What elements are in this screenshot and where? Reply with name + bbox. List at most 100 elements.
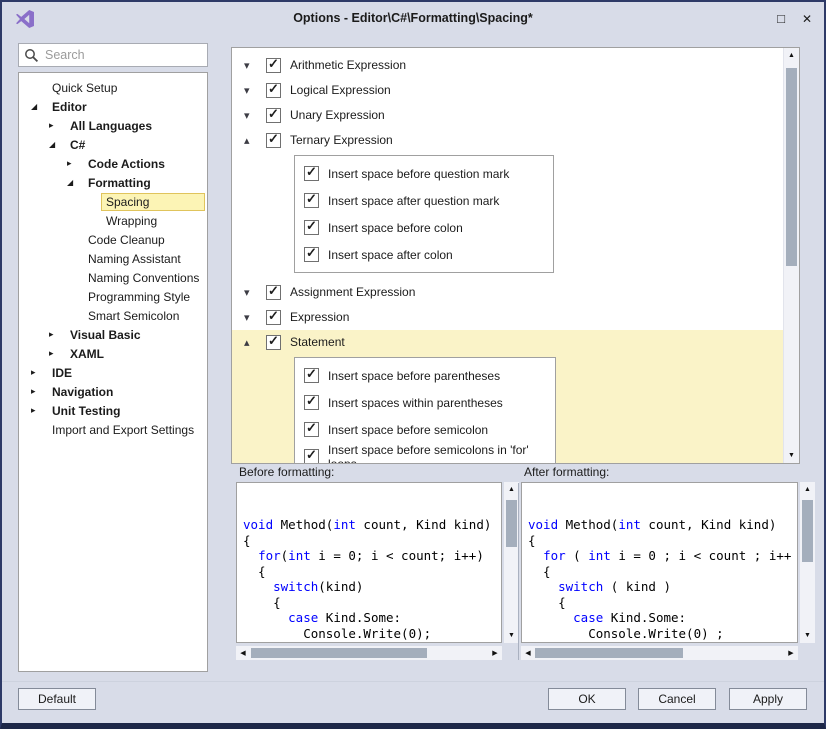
tree-item-code-actions[interactable]: ▸Code Actions — [19, 154, 207, 173]
collapsed-arrow-icon[interactable]: ▸ — [49, 329, 65, 340]
collapsed-arrow-icon[interactable]: ▸ — [31, 386, 47, 397]
option-group-label: Unary Expression — [290, 108, 385, 122]
collapsed-arrow-icon[interactable]: ▸ — [49, 348, 65, 359]
tree-item-ide[interactable]: ▸IDE — [19, 363, 207, 382]
scroll-up-icon[interactable]: ▲ — [800, 482, 815, 497]
checkbox-insert-space-before-parentheses[interactable]: ✓ — [304, 368, 319, 383]
tree-item-wrapping[interactable]: Wrapping — [19, 211, 207, 230]
checkmark-icon: ✓ — [268, 106, 279, 122]
tree-item-c[interactable]: ◢C# — [19, 135, 207, 154]
search-input[interactable] — [39, 47, 208, 63]
expand-icon[interactable]: ▾ — [244, 84, 266, 97]
scrollbar-thumb[interactable] — [535, 648, 683, 658]
tree-item-navigation[interactable]: ▸Navigation — [19, 382, 207, 401]
default-button[interactable]: Default — [18, 688, 96, 710]
checkbox-insert-spaces-within-parentheses[interactable]: ✓ — [304, 395, 319, 410]
checkbox-statement[interactable]: ✓ — [266, 335, 281, 350]
collapsed-arrow-icon[interactable]: ▸ — [49, 120, 65, 131]
before-horizontal-scrollbar[interactable]: ◀ ▶ — [236, 646, 502, 660]
checkbox-logical-expression[interactable]: ✓ — [266, 83, 281, 98]
scrollbar-thumb[interactable] — [506, 500, 517, 547]
checkbox-insert-space-before-question-mark[interactable]: ✓ — [304, 166, 319, 181]
expand-icon[interactable]: ▾ — [244, 109, 266, 122]
tree-item-all-languages[interactable]: ▸All Languages — [19, 116, 207, 135]
scroll-left-icon[interactable]: ◀ — [521, 646, 535, 660]
option-group-label: Logical Expression — [290, 83, 391, 97]
tree-item-label: XAML — [65, 345, 109, 363]
maximize-button[interactable]: □ — [770, 9, 792, 29]
tree-item-quick-setup[interactable]: Quick Setup — [19, 78, 207, 97]
checkbox-insert-space-before-semicolons-in-for-loops[interactable]: ✓ — [304, 449, 319, 463]
collapse-icon[interactable]: ▴ — [244, 134, 266, 147]
tree-item-import-and-export-settings[interactable]: Import and Export Settings — [19, 420, 207, 439]
collapsed-arrow-icon[interactable]: ▸ — [31, 405, 47, 416]
option-group-ternary-expression: ▴✓Ternary Expression — [244, 130, 783, 150]
collapsed-arrow-icon[interactable]: ▸ — [67, 158, 83, 169]
tree-item-unit-testing[interactable]: ▸Unit Testing — [19, 401, 207, 420]
checkbox-assignment-expression[interactable]: ✓ — [266, 285, 281, 300]
tree-item-editor[interactable]: ◢Editor — [19, 97, 207, 116]
expand-icon[interactable]: ▾ — [244, 286, 266, 299]
option-group-label: Arithmetic Expression — [290, 58, 406, 72]
code-line: case Kind.Some: — [243, 610, 501, 626]
scroll-down-icon[interactable]: ▼ — [800, 628, 815, 643]
scroll-down-icon[interactable]: ▼ — [504, 628, 519, 643]
checkbox-expression[interactable]: ✓ — [266, 310, 281, 325]
scroll-up-icon[interactable]: ▲ — [504, 482, 519, 497]
apply-button[interactable]: Apply — [729, 688, 807, 710]
ok-button[interactable]: OK — [548, 688, 626, 710]
statement-highlight: ▴✓Statement✓Insert space before parenthe… — [232, 330, 783, 463]
before-vertical-scrollbar[interactable]: ▲ ▼ — [504, 482, 519, 643]
search-box[interactable] — [18, 43, 208, 67]
checkbox-insert-space-after-colon[interactable]: ✓ — [304, 247, 319, 262]
tree-item-formatting[interactable]: ◢Formatting — [19, 173, 207, 192]
tree-item-visual-basic[interactable]: ▸Visual Basic — [19, 325, 207, 344]
cancel-button[interactable]: Cancel — [638, 688, 716, 710]
collapse-icon[interactable]: ▴ — [244, 336, 266, 349]
expand-icon[interactable]: ▾ — [244, 311, 266, 324]
scroll-left-icon[interactable]: ◀ — [236, 646, 250, 660]
checkbox-insert-space-before-semicolon[interactable]: ✓ — [304, 422, 319, 437]
expanded-arrow-icon[interactable]: ◢ — [49, 140, 65, 149]
sub-options-box: ✓Insert space before question mark✓Inser… — [294, 155, 554, 273]
checkbox-ternary-expression[interactable]: ✓ — [266, 133, 281, 148]
tree-item-naming-conventions[interactable]: Naming Conventions — [19, 268, 207, 287]
option-group-label: Statement — [290, 335, 345, 349]
tree-item-naming-assistant[interactable]: Naming Assistant — [19, 249, 207, 268]
checkbox-insert-space-after-question-mark[interactable]: ✓ — [304, 193, 319, 208]
checkbox-unary-expression[interactable]: ✓ — [266, 108, 281, 123]
scroll-right-icon[interactable]: ▶ — [488, 646, 502, 660]
tree-item-programming-style[interactable]: Programming Style — [19, 287, 207, 306]
collapsed-arrow-icon[interactable]: ▸ — [31, 367, 47, 378]
option-label: Insert space before colon — [328, 221, 463, 235]
preview-splitter[interactable] — [518, 483, 519, 660]
titlebar: Options - Editor\C#\Formatting\Spacing* … — [2, 2, 824, 36]
checkmark-icon: ✓ — [306, 164, 317, 180]
tree-item-spacing[interactable]: Spacing — [19, 192, 207, 211]
before-code-panel[interactable]: void Method(int count, Kind kind){ for(i… — [236, 482, 502, 643]
after-horizontal-scrollbar[interactable]: ◀ ▶ — [521, 646, 798, 660]
options-list-panel: ▾✓Arithmetic Expression▾✓Logical Express… — [231, 47, 800, 464]
checkmark-icon: ✓ — [268, 308, 279, 324]
expanded-arrow-icon[interactable]: ◢ — [31, 102, 47, 111]
scroll-right-icon[interactable]: ▶ — [784, 646, 798, 660]
checkbox-arithmetic-expression[interactable]: ✓ — [266, 58, 281, 73]
tree-item-xaml[interactable]: ▸XAML — [19, 344, 207, 363]
close-button[interactable]: ✕ — [796, 9, 818, 29]
after-vertical-scrollbar[interactable]: ▲ ▼ — [800, 482, 815, 643]
scrollbar-thumb[interactable] — [251, 648, 427, 658]
tree-item-label: Spacing — [101, 193, 205, 211]
checkbox-insert-space-before-colon[interactable]: ✓ — [304, 220, 319, 235]
expanded-arrow-icon[interactable]: ◢ — [67, 178, 83, 187]
footer-separator — [2, 681, 824, 682]
scroll-up-icon[interactable]: ▲ — [784, 48, 799, 63]
scrollbar-thumb[interactable] — [786, 68, 797, 266]
scrollbar-thumb[interactable] — [802, 500, 813, 562]
scroll-down-icon[interactable]: ▼ — [784, 448, 799, 463]
code-line: { — [528, 564, 797, 580]
after-code-panel[interactable]: void Method(int count, Kind kind){ for (… — [521, 482, 798, 643]
options-vertical-scrollbar[interactable]: ▲ ▼ — [783, 48, 799, 463]
expand-icon[interactable]: ▾ — [244, 59, 266, 72]
tree-item-smart-semicolon[interactable]: Smart Semicolon — [19, 306, 207, 325]
tree-item-code-cleanup[interactable]: Code Cleanup — [19, 230, 207, 249]
